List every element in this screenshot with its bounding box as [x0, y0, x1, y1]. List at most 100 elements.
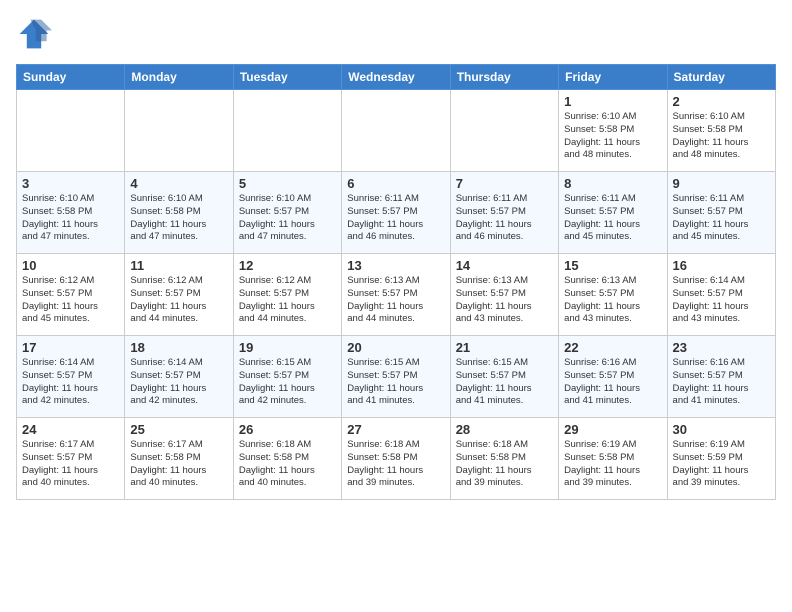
- day-info: Sunrise: 6:11 AM Sunset: 5:57 PM Dayligh…: [564, 193, 661, 244]
- calendar-cell: 17 Sunrise: 6:14 AM Sunset: 5:57 PM Dayli…: [17, 336, 125, 418]
- calendar-cell: 16 Sunrise: 6:14 AM Sunset: 5:57 PM Dayli…: [667, 254, 775, 336]
- day-info: Sunrise: 6:11 AM Sunset: 5:57 PM Dayligh…: [456, 193, 553, 244]
- calendar-cell: [233, 90, 341, 172]
- calendar-week-3: 10 Sunrise: 6:12 AM Sunset: 5:57 PM Dayli…: [17, 254, 776, 336]
- day-number: 25: [130, 422, 227, 437]
- day-number: 5: [239, 176, 336, 191]
- calendar-header-row: SundayMondayTuesdayWednesdayThursdayFrid…: [17, 65, 776, 90]
- calendar-cell: [125, 90, 233, 172]
- day-info: Sunrise: 6:11 AM Sunset: 5:57 PM Dayligh…: [673, 193, 770, 244]
- day-info: Sunrise: 6:15 AM Sunset: 5:57 PM Dayligh…: [239, 357, 336, 408]
- day-info: Sunrise: 6:10 AM Sunset: 5:58 PM Dayligh…: [130, 193, 227, 244]
- day-number: 6: [347, 176, 444, 191]
- calendar-cell: 15 Sunrise: 6:13 AM Sunset: 5:57 PM Dayli…: [559, 254, 667, 336]
- calendar-cell: 4 Sunrise: 6:10 AM Sunset: 5:58 PM Daylig…: [125, 172, 233, 254]
- calendar-header-thursday: Thursday: [450, 65, 558, 90]
- calendar-header-friday: Friday: [559, 65, 667, 90]
- calendar-cell: 30 Sunrise: 6:19 AM Sunset: 5:59 PM Dayli…: [667, 418, 775, 500]
- calendar-cell: 11 Sunrise: 6:12 AM Sunset: 5:57 PM Dayli…: [125, 254, 233, 336]
- calendar-cell: 3Sunrise: 6:10 AM Sunset: 5:58 PM Daylig…: [17, 172, 125, 254]
- calendar-cell: 26 Sunrise: 6:18 AM Sunset: 5:58 PM Dayli…: [233, 418, 341, 500]
- day-info: Sunrise: 6:18 AM Sunset: 5:58 PM Dayligh…: [239, 439, 336, 490]
- day-number: 17: [22, 340, 119, 355]
- day-info: Sunrise: 6:14 AM Sunset: 5:57 PM Dayligh…: [673, 275, 770, 326]
- day-info: Sunrise: 6:12 AM Sunset: 5:57 PM Dayligh…: [130, 275, 227, 326]
- day-number: 8: [564, 176, 661, 191]
- header: [16, 16, 776, 52]
- calendar-cell: 2 Sunrise: 6:10 AM Sunset: 5:58 PM Daylig…: [667, 90, 775, 172]
- day-info: Sunrise: 6:12 AM Sunset: 5:57 PM Dayligh…: [239, 275, 336, 326]
- calendar-cell: 14 Sunrise: 6:13 AM Sunset: 5:57 PM Dayli…: [450, 254, 558, 336]
- calendar-cell: [17, 90, 125, 172]
- calendar-week-4: 17 Sunrise: 6:14 AM Sunset: 5:57 PM Dayli…: [17, 336, 776, 418]
- day-number: 9: [673, 176, 770, 191]
- day-info: Sunrise: 6:10 AM Sunset: 5:58 PM Dayligh…: [673, 111, 770, 162]
- calendar-cell: 22Sunrise: 6:16 AM Sunset: 5:57 PM Dayli…: [559, 336, 667, 418]
- day-number: 12: [239, 258, 336, 273]
- day-info: Sunrise: 6:12 AM Sunset: 5:57 PM Dayligh…: [22, 275, 119, 326]
- calendar-cell: [342, 90, 450, 172]
- day-number: 1: [564, 94, 661, 109]
- calendar-header-sunday: Sunday: [17, 65, 125, 90]
- calendar-cell: 27 Sunrise: 6:18 AM Sunset: 5:58 PM Dayli…: [342, 418, 450, 500]
- day-number: 10: [22, 258, 119, 273]
- logo-icon: [16, 16, 52, 52]
- calendar-cell: 9 Sunrise: 6:11 AM Sunset: 5:57 PM Daylig…: [667, 172, 775, 254]
- calendar-cell: 19 Sunrise: 6:15 AM Sunset: 5:57 PM Dayli…: [233, 336, 341, 418]
- day-info: Sunrise: 6:15 AM Sunset: 5:57 PM Dayligh…: [456, 357, 553, 408]
- day-number: 16: [673, 258, 770, 273]
- calendar-cell: 5 Sunrise: 6:10 AM Sunset: 5:57 PM Daylig…: [233, 172, 341, 254]
- day-info: Sunrise: 6:13 AM Sunset: 5:57 PM Dayligh…: [564, 275, 661, 326]
- day-number: 27: [347, 422, 444, 437]
- page-container: SundayMondayTuesdayWednesdayThursdayFrid…: [0, 0, 792, 508]
- day-number: 30: [673, 422, 770, 437]
- day-number: 23: [673, 340, 770, 355]
- day-number: 26: [239, 422, 336, 437]
- calendar-cell: 8 Sunrise: 6:11 AM Sunset: 5:57 PM Daylig…: [559, 172, 667, 254]
- day-number: 2: [673, 94, 770, 109]
- day-number: 19: [239, 340, 336, 355]
- day-info: Sunrise: 6:19 AM Sunset: 5:59 PM Dayligh…: [673, 439, 770, 490]
- day-number: 11: [130, 258, 227, 273]
- day-number: 29: [564, 422, 661, 437]
- calendar-cell: [450, 90, 558, 172]
- calendar-week-1: 1 Sunrise: 6:10 AM Sunset: 5:58 PM Daylig…: [17, 90, 776, 172]
- day-info: Sunrise: 6:17 AM Sunset: 5:58 PM Dayligh…: [130, 439, 227, 490]
- calendar-cell: 12 Sunrise: 6:12 AM Sunset: 5:57 PM Dayli…: [233, 254, 341, 336]
- day-info: Sunrise: 6:18 AM Sunset: 5:58 PM Dayligh…: [347, 439, 444, 490]
- calendar-cell: 24Sunrise: 6:17 AM Sunset: 5:57 PM Dayli…: [17, 418, 125, 500]
- logo: [16, 16, 56, 52]
- calendar-cell: 21 Sunrise: 6:15 AM Sunset: 5:57 PM Dayli…: [450, 336, 558, 418]
- day-number: 21: [456, 340, 553, 355]
- day-info: Sunrise: 6:18 AM Sunset: 5:58 PM Dayligh…: [456, 439, 553, 490]
- calendar-cell: 10 Sunrise: 6:12 AM Sunset: 5:57 PM Dayli…: [17, 254, 125, 336]
- calendar-header-monday: Monday: [125, 65, 233, 90]
- day-info: Sunrise: 6:16 AM Sunset: 5:57 PM Dayligh…: [564, 357, 661, 408]
- calendar-week-5: 24Sunrise: 6:17 AM Sunset: 5:57 PM Dayli…: [17, 418, 776, 500]
- calendar-cell: 25 Sunrise: 6:17 AM Sunset: 5:58 PM Dayli…: [125, 418, 233, 500]
- calendar-cell: 1 Sunrise: 6:10 AM Sunset: 5:58 PM Daylig…: [559, 90, 667, 172]
- day-number: 20: [347, 340, 444, 355]
- calendar-cell: 23Sunrise: 6:16 AM Sunset: 5:57 PM Dayli…: [667, 336, 775, 418]
- day-info: Sunrise: 6:17 AM Sunset: 5:57 PM Dayligh…: [22, 439, 119, 490]
- day-info: Sunrise: 6:14 AM Sunset: 5:57 PM Dayligh…: [22, 357, 119, 408]
- calendar-cell: 6 Sunrise: 6:11 AM Sunset: 5:57 PM Daylig…: [342, 172, 450, 254]
- calendar-cell: 29 Sunrise: 6:19 AM Sunset: 5:58 PM Dayli…: [559, 418, 667, 500]
- day-number: 18: [130, 340, 227, 355]
- calendar-week-2: 3Sunrise: 6:10 AM Sunset: 5:58 PM Daylig…: [17, 172, 776, 254]
- day-number: 15: [564, 258, 661, 273]
- day-info: Sunrise: 6:10 AM Sunset: 5:57 PM Dayligh…: [239, 193, 336, 244]
- day-number: 14: [456, 258, 553, 273]
- day-info: Sunrise: 6:13 AM Sunset: 5:57 PM Dayligh…: [456, 275, 553, 326]
- calendar-cell: 18Sunrise: 6:14 AM Sunset: 5:57 PM Dayli…: [125, 336, 233, 418]
- calendar-header-saturday: Saturday: [667, 65, 775, 90]
- calendar: SundayMondayTuesdayWednesdayThursdayFrid…: [16, 64, 776, 500]
- day-info: Sunrise: 6:19 AM Sunset: 5:58 PM Dayligh…: [564, 439, 661, 490]
- day-number: 7: [456, 176, 553, 191]
- day-info: Sunrise: 6:11 AM Sunset: 5:57 PM Dayligh…: [347, 193, 444, 244]
- calendar-header-tuesday: Tuesday: [233, 65, 341, 90]
- calendar-cell: 20Sunrise: 6:15 AM Sunset: 5:57 PM Dayli…: [342, 336, 450, 418]
- calendar-header-wednesday: Wednesday: [342, 65, 450, 90]
- day-info: Sunrise: 6:10 AM Sunset: 5:58 PM Dayligh…: [564, 111, 661, 162]
- day-number: 4: [130, 176, 227, 191]
